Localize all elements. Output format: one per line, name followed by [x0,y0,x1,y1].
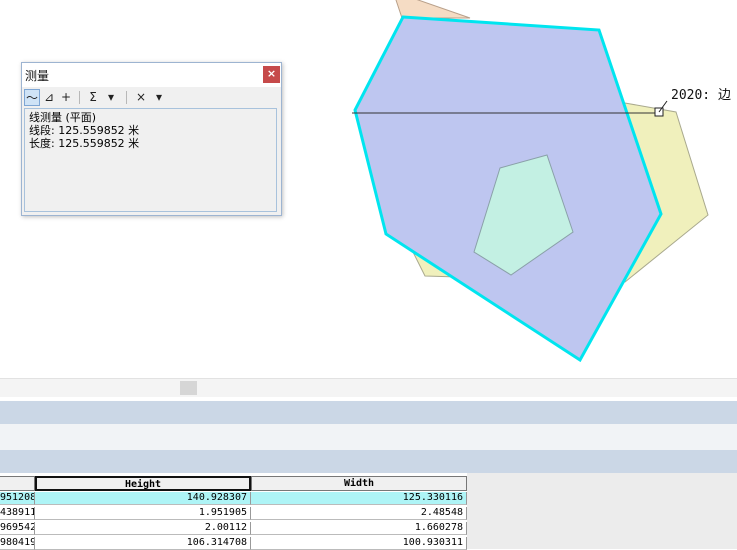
result-line-length: 长度: 125.559852 米 [29,137,140,150]
table-cell[interactable]: 106.314708 [35,537,251,550]
table-cell[interactable]: 969542 [0,522,35,535]
sum-dropdown-icon[interactable]: ▾ [104,89,118,106]
result-line-mode: 线测量 (平面) [29,111,97,124]
table-toolbar [0,424,737,450]
toolbar-separator [126,91,127,104]
table-cell[interactable]: 100.930311 [251,537,467,550]
table-cell[interactable]: 980419 [0,537,35,550]
clear-dropdown-icon[interactable]: ▾ [152,89,166,106]
measure-feature-tool-icon[interactable]: + [59,89,73,106]
measure-title: 测量 [25,69,50,83]
table-cell[interactable]: 438911 [0,507,35,520]
attribute-table: Height Width 951208 140.928307 125.33011… [0,473,737,550]
feature-label: 2020: 边 [671,88,731,103]
table-cell[interactable]: 951208 [0,492,35,505]
table-cell[interactable]: 2.00112 [35,522,251,535]
measure-result-panel: 线测量 (平面) 线段: 125.559852 米 长度: 125.559852… [24,108,277,212]
table-cell[interactable]: 125.330116 [251,492,467,505]
peach-polygon[interactable] [395,0,471,19]
column-header-width[interactable]: Width [251,476,467,491]
toolbar-separator [79,91,80,104]
column-header-height[interactable]: Height [35,476,251,491]
table-empty-area [467,473,737,549]
measure-titlebar[interactable]: 测量 × [22,63,281,87]
measure-area-tool-icon[interactable]: ⊿ [42,89,56,106]
close-icon[interactable]: × [263,66,280,83]
table-cell[interactable]: 2.48548 [251,507,467,520]
splitter-grip-icon[interactable] [180,381,197,395]
measure-toolbar: 〜 ⊿ + Σ ▾ × ▾ [22,88,281,108]
table-cell[interactable]: 1.951905 [35,507,251,520]
sum-tool-icon[interactable]: Σ [86,89,100,106]
measure-line-tool-icon[interactable]: 〜 [24,89,40,106]
table-window-header [0,401,737,424]
table-tab-bar [0,450,737,473]
column-header-partial[interactable] [0,476,35,491]
result-line-segment: 线段: 125.559852 米 [29,124,140,137]
table-cell[interactable]: 1.660278 [251,522,467,535]
horizontal-splitter[interactable] [0,378,737,397]
measure-window[interactable]: 测量 × 〜 ⊿ + Σ ▾ × ▾ 线测量 (平面) 线段: 125.5598… [21,62,282,216]
clear-tool-icon[interactable]: × [134,89,148,106]
table-cell[interactable]: 140.928307 [35,492,251,505]
